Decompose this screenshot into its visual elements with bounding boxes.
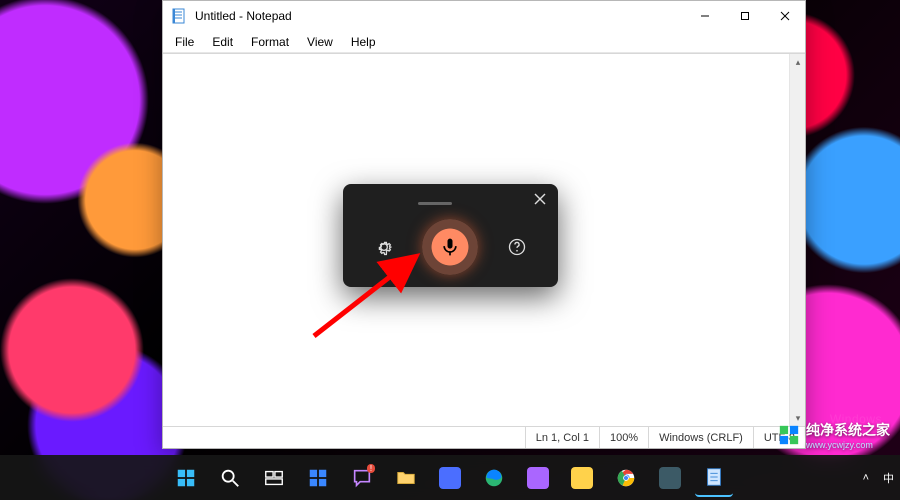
start-button[interactable] (167, 459, 205, 497)
statusbar: Ln 1, Col 1 100% Windows (CRLF) UTF-8 (163, 426, 805, 448)
maximize-button[interactable] (725, 1, 765, 31)
task-view-button[interactable] (255, 459, 293, 497)
system-tray: ˄ 中 (863, 470, 900, 486)
minimize-button[interactable] (685, 1, 725, 31)
watermark: 纯净系统之家 www.ycwjzy.com (778, 420, 890, 450)
status-caret-pos: Ln 1, Col 1 (525, 427, 599, 448)
voice-mic-button[interactable] (422, 219, 478, 275)
app-generic-1[interactable] (431, 459, 469, 497)
menu-format[interactable]: Format (243, 33, 297, 51)
help-icon (507, 237, 527, 257)
voice-close-button[interactable] (526, 185, 554, 213)
taskbar: ! ˄ 中 (0, 455, 900, 500)
voice-typing-overlay (343, 184, 558, 287)
app-generic-2[interactable] (519, 459, 557, 497)
taskbar-pinned: ! (167, 459, 733, 497)
drag-handle[interactable] (347, 194, 522, 205)
gear-icon (374, 237, 394, 257)
menu-file[interactable]: File (167, 33, 202, 51)
widgets-button[interactable] (299, 459, 337, 497)
voice-help-button[interactable] (502, 232, 532, 262)
voice-settings-button[interactable] (369, 232, 399, 262)
app-generic-4[interactable] (651, 459, 689, 497)
menu-view[interactable]: View (299, 33, 341, 51)
notepad-app[interactable] (695, 459, 733, 497)
microphone-icon (440, 237, 460, 257)
app-generic-3[interactable] (563, 459, 601, 497)
menu-edit[interactable]: Edit (204, 33, 241, 51)
chat-badge: ! (367, 464, 375, 473)
chat-button[interactable]: ! (343, 459, 381, 497)
search-button[interactable] (211, 459, 249, 497)
close-button[interactable] (765, 1, 805, 31)
menu-help[interactable]: Help (343, 33, 384, 51)
status-line-ending: Windows (CRLF) (648, 427, 753, 448)
scroll-up-arrow[interactable]: ▴ (790, 54, 806, 70)
window-title: Untitled - Notepad (195, 9, 677, 23)
tray-ime-indicator[interactable]: 中 (883, 470, 894, 486)
file-explorer[interactable] (387, 459, 425, 497)
status-zoom: 100% (599, 427, 648, 448)
watermark-logo-icon (778, 424, 800, 446)
watermark-url: www.ycwjzy.com (806, 440, 890, 450)
notepad-icon (171, 8, 187, 24)
tray-overflow-button[interactable]: ˄ (863, 472, 869, 484)
edge-browser[interactable] (475, 459, 513, 497)
watermark-text: 纯净系统之家 (806, 422, 890, 438)
titlebar[interactable]: Untitled - Notepad (163, 1, 805, 31)
vertical-scrollbar[interactable]: ▴ ▾ (789, 54, 805, 426)
chrome-browser[interactable] (607, 459, 645, 497)
menubar: File Edit Format View Help (163, 31, 805, 53)
